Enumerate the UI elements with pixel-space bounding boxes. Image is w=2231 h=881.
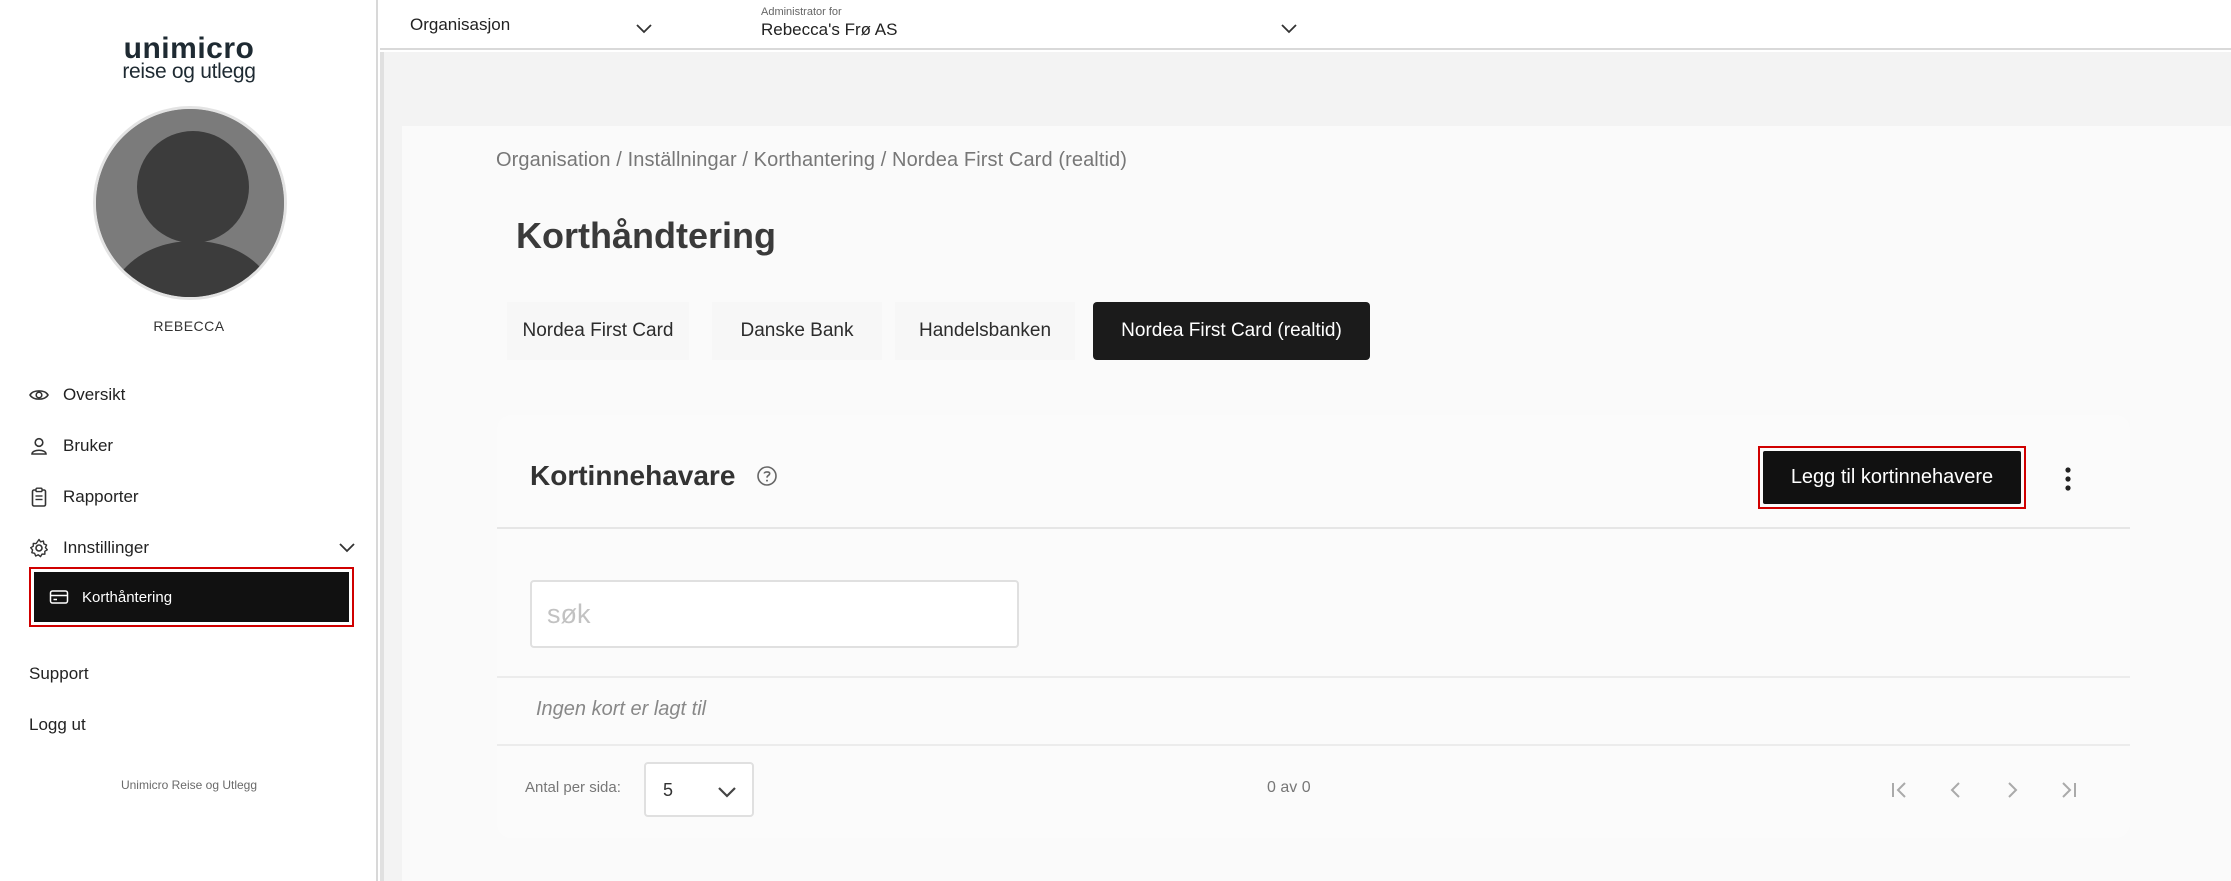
pagination-count: 0 av 0 <box>1267 779 1311 796</box>
clipboard-icon <box>28 486 50 508</box>
user-icon <box>28 435 50 457</box>
next-page-icon[interactable] <box>1997 775 2027 805</box>
search-input[interactable] <box>530 580 1019 648</box>
sidebar-item-label: Rapporter <box>63 487 139 506</box>
company-select[interactable]: Rebecca's Frø AS <box>761 20 897 40</box>
first-page-icon[interactable] <box>1885 775 1915 805</box>
add-button-highlight: Legg til kortinnehavere <box>1758 446 2026 509</box>
sidebar-item-oversikt[interactable]: Oversikt <box>28 379 356 411</box>
support-link[interactable]: Support <box>29 664 89 684</box>
admin-label: Administrator for <box>761 6 842 18</box>
divider <box>497 676 2130 678</box>
rows-per-page-select[interactable]: 5 <box>644 762 754 817</box>
sidebar: unimicro reise og utlegg REBECCA Oversik… <box>0 0 378 881</box>
avatar-placeholder-icon <box>96 109 284 297</box>
sidebar-item-bruker[interactable]: Bruker <box>28 430 356 462</box>
sidebar-footer-text: Unimicro Reise og Utlegg <box>120 778 258 792</box>
previous-page-icon[interactable] <box>1941 775 1971 805</box>
sidebar-item-label: Innstillinger <box>63 538 149 557</box>
sidebar-item-innstillinger[interactable]: Innstillinger <box>28 532 356 564</box>
chevron-down-icon[interactable] <box>635 19 653 42</box>
rows-per-page-value: 5 <box>663 780 674 800</box>
help-icon[interactable] <box>756 465 778 492</box>
logo-sub-text: reise og utlegg <box>122 60 256 83</box>
more-options-icon[interactable] <box>2053 454 2083 504</box>
sidebar-item-rapporter[interactable]: Rapporter <box>28 481 356 513</box>
sidebar-subitem-label: Korthåntering <box>82 588 173 606</box>
rows-per-page-label: Antal per sida: <box>525 779 621 796</box>
avatar[interactable] <box>93 106 287 300</box>
divider <box>497 744 2130 746</box>
eye-icon <box>28 384 50 406</box>
page-title: Korthåndtering <box>516 215 776 256</box>
chevron-down-icon <box>717 784 737 805</box>
card-title: Kortinnehavare <box>530 460 736 491</box>
organization-select[interactable]: Organisasjon <box>410 15 510 35</box>
gear-icon <box>28 537 50 559</box>
tab-nordea-first-card[interactable]: Nordea First Card <box>507 302 689 360</box>
tab-handelsbanken[interactable]: Handelsbanken <box>895 302 1075 360</box>
card-header-divider <box>497 527 2130 529</box>
empty-state-message: Ingen kort er lagt til <box>536 698 707 720</box>
logout-link[interactable]: Logg ut <box>29 715 86 735</box>
last-page-icon[interactable] <box>2053 775 2083 805</box>
tab-danske-bank[interactable]: Danske Bank <box>712 302 882 360</box>
sidebar-subitem-highlight: Korthåntering <box>29 567 354 627</box>
username: REBECCA <box>153 318 225 334</box>
add-cardholder-button[interactable]: Legg til kortinnehavere <box>1763 451 2021 504</box>
chevron-down-icon[interactable] <box>1280 19 1298 42</box>
sidebar-item-label: Oversikt <box>63 385 126 404</box>
chevron-down-icon <box>338 538 356 561</box>
credit-card-icon <box>48 586 70 608</box>
breadcrumb: Organisation / Inställningar / Korthante… <box>496 149 1128 171</box>
top-bar: Organisasjon Administrator for Rebecca's… <box>380 0 2231 50</box>
tab-nordea-first-card-realtid[interactable]: Nordea First Card (realtid) <box>1093 302 1370 360</box>
sidebar-item-label: Bruker <box>63 436 114 455</box>
sidebar-item-korthantering[interactable]: Korthåntering <box>34 572 349 622</box>
